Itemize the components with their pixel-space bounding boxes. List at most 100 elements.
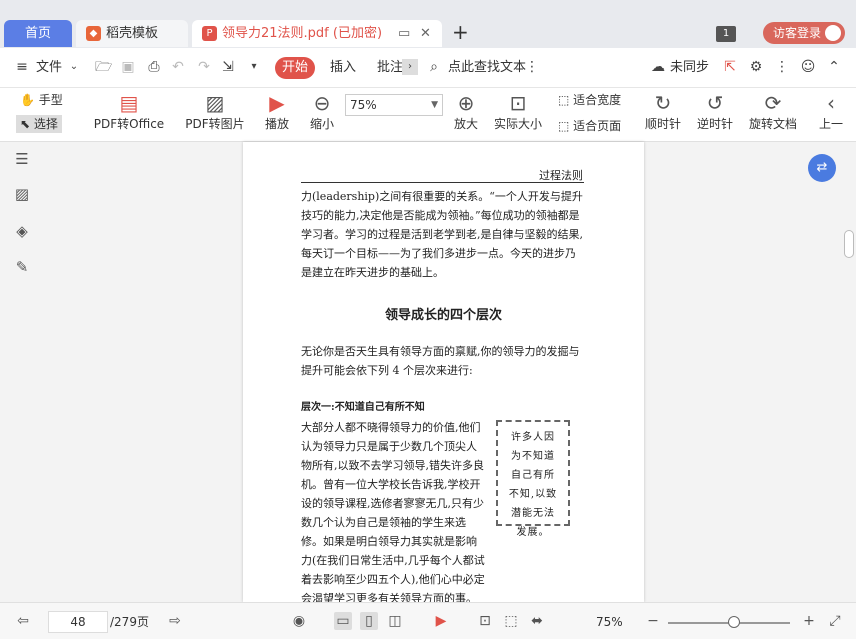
print-icon[interactable]: ⎙ xyxy=(146,59,162,75)
thumbnail-icon[interactable]: ▨ xyxy=(13,185,31,203)
fit-width-label: 适合宽度 xyxy=(573,93,622,107)
continuous-view-icon[interactable]: ▯ xyxy=(360,612,378,630)
menu-insert[interactable]: 插入 xyxy=(330,58,356,78)
fit-page-icon[interactable]: ⬚ xyxy=(502,612,520,630)
window-restore-icon[interactable]: ▭ xyxy=(398,20,410,47)
share-icon[interactable]: ⇱ xyxy=(722,59,738,75)
rotate-ccw-label: 逆时针 xyxy=(696,117,733,131)
pdf-word-icon: ▤ xyxy=(119,91,139,115)
rotate-cw-button[interactable]: ↻ 顺时针 xyxy=(644,90,682,132)
translate-float-button[interactable]: ⇄ xyxy=(808,154,836,182)
cloud-icon[interactable]: ☁ xyxy=(650,59,666,75)
actual-size-icon[interactable]: ⊡ xyxy=(476,612,494,630)
search-text[interactable]: 点此查找文本 xyxy=(448,58,526,78)
prev-page-label: 上一 xyxy=(818,117,843,131)
close-tab-icon[interactable]: ✕ xyxy=(420,20,431,47)
chevron-down-icon[interactable]: ⌄ xyxy=(66,59,82,75)
window-count-badge[interactable]: 1 xyxy=(716,26,736,42)
search-icon[interactable]: ⌕ xyxy=(426,59,442,75)
fit-width-icon[interactable]: ⬌ xyxy=(528,612,546,630)
select-tool[interactable]: ⬉ 选择 xyxy=(16,115,62,133)
hamburger-icon[interactable]: ≡ xyxy=(14,59,30,75)
play-button[interactable]: ▶ 播放 xyxy=(261,90,293,132)
single-page-view-icon[interactable]: ▭ xyxy=(334,612,352,630)
zoom-out-button[interactable]: ⊖ 缩小 xyxy=(306,90,338,132)
undo-icon[interactable]: ↶ xyxy=(170,59,186,75)
zoom-out-icon: ⊖ xyxy=(313,91,331,115)
scrollbar-thumb[interactable] xyxy=(844,230,854,258)
left-sidebar: ☰ ▨ ◈ ✎ xyxy=(0,142,44,602)
open-folder-icon[interactable]: 🗁 xyxy=(95,59,112,75)
zoom-slider-knob[interactable] xyxy=(728,616,740,628)
sync-status[interactable]: 未同步 xyxy=(670,58,709,78)
zoom-select[interactable]: 75% ▼ xyxy=(345,94,443,116)
tab-bar: 首页 ◆ 稻壳模板 P 领导力21法则.pdf (已加密) ▭ ✕ + 1 访客… xyxy=(0,0,856,48)
fit-page-button[interactable]: ⬚ 适合页面 xyxy=(558,117,621,135)
header-rule xyxy=(301,182,584,183)
feedback-icon[interactable]: ☺ xyxy=(800,59,816,75)
actual-size-label: 实际大小 xyxy=(493,117,542,131)
actual-size-icon: ⊡ xyxy=(509,91,527,115)
two-page-view-icon[interactable]: ◫ xyxy=(386,612,404,630)
rotate-doc-label: 旋转文档 xyxy=(748,117,797,131)
pdf-to-office-button[interactable]: ▤ PDF转Office xyxy=(88,90,170,132)
zoom-minus-button[interactable]: − xyxy=(644,612,662,630)
menu-file[interactable]: 文件 xyxy=(36,58,62,78)
export-icon[interactable]: ⇲ xyxy=(220,59,236,75)
collapse-ribbon-icon[interactable]: ⌃ xyxy=(826,59,842,75)
menu-scroll-right-icon[interactable]: › xyxy=(402,59,418,75)
play-label: 播放 xyxy=(264,117,289,131)
fullscreen-icon[interactable]: ⤢ xyxy=(826,612,844,630)
zoom-plus-button[interactable]: + xyxy=(800,612,818,630)
translate-icon: ⇄ xyxy=(816,160,828,175)
actual-size-button[interactable]: ⊡ 实际大小 xyxy=(492,90,544,132)
hand-label: 手型 xyxy=(38,93,63,107)
menu-start[interactable]: 开始 xyxy=(275,57,315,79)
save-icon[interactable]: ▣ xyxy=(120,59,136,75)
pdf-to-image-label: PDF转图片 xyxy=(185,117,245,131)
docer-icon: ◆ xyxy=(86,26,101,41)
new-tab-button[interactable]: + xyxy=(452,20,469,44)
annotation-icon[interactable]: ✎ xyxy=(13,258,31,276)
play-icon: ▶ xyxy=(269,91,285,115)
gear-icon[interactable]: ⚙ xyxy=(748,59,764,75)
vertical-scrollbar[interactable] xyxy=(841,142,856,602)
running-header: 过程法则 xyxy=(539,169,583,182)
rotate-ccw-button[interactable]: ↺ 逆时针 xyxy=(696,90,734,132)
login-button[interactable]: 访客登录 xyxy=(763,22,845,44)
tab-document[interactable]: P 领导力21法则.pdf (已加密) ▭ ✕ xyxy=(192,20,442,47)
fit-width-button[interactable]: ⬚ 适合宽度 xyxy=(558,91,621,109)
more-dropdown-icon[interactable]: ▾ xyxy=(246,59,262,75)
pdf-to-image-button[interactable]: ▨ PDF转图片 xyxy=(184,90,246,132)
rotate-doc-button[interactable]: ⟳ 旋转文档 xyxy=(747,90,799,132)
more-icon[interactable]: ⋮ xyxy=(524,59,540,75)
menu-bar: ≡ 文件 ⌄ 🗁 ▣ ⎙ ↶ ↷ ⇲ ▾ 插入 批注 › ⌕ 点此查找文本 ⋮ … xyxy=(0,48,856,88)
eye-icon[interactable]: ◉ xyxy=(290,612,308,630)
hand-tool[interactable]: ✋ 手型 xyxy=(20,91,63,109)
chevron-left-icon: ‹ xyxy=(827,91,835,115)
more-icon-2[interactable]: ⋮ xyxy=(774,59,790,75)
fit-page-icon: ⬚ xyxy=(558,119,570,133)
tab-template[interactable]: ◆ 稻壳模板 xyxy=(76,20,188,47)
play-icon[interactable]: ▶ xyxy=(432,612,450,630)
bookmark-icon[interactable]: ◈ xyxy=(13,222,31,240)
document-page[interactable]: 过程法则 力(leadership)之间有很重要的关系。“一个人开发与提升技巧的… xyxy=(243,142,644,602)
menu-annotate[interactable]: 批注 xyxy=(377,58,403,78)
status-bar: ⇦ 48 /279页 ⇨ ◉ ▭ ▯ ◫ ▶ ⊡ ⬚ ⬌ 75% − + ⤢ xyxy=(0,602,856,639)
tab-template-label: 稻壳模板 xyxy=(106,26,159,41)
zoom-percent: 75% xyxy=(596,615,623,629)
pdf-to-office-label: PDF转Office xyxy=(93,117,165,131)
tab-home[interactable]: 首页 xyxy=(4,20,72,47)
zoom-out-label: 缩小 xyxy=(309,117,334,131)
arrow-right-icon[interactable]: ⇨ xyxy=(166,612,184,630)
pull-quote: 许多人因为不知道自己有所不知,以致潜能无法发展。 xyxy=(496,420,570,538)
image-icon: ▨ xyxy=(205,91,225,115)
prev-page-button[interactable]: ‹ 上一 xyxy=(816,90,846,132)
outline-icon[interactable]: ☰ xyxy=(13,150,31,168)
page-number-input[interactable]: 48 xyxy=(48,611,108,633)
chevron-down-icon: ▼ xyxy=(431,100,438,110)
pdf-icon: P xyxy=(202,26,217,41)
arrow-left-icon[interactable]: ⇦ xyxy=(14,612,32,630)
redo-icon[interactable]: ↷ xyxy=(196,59,212,75)
zoom-in-button[interactable]: ⊕ 放大 xyxy=(450,90,482,132)
